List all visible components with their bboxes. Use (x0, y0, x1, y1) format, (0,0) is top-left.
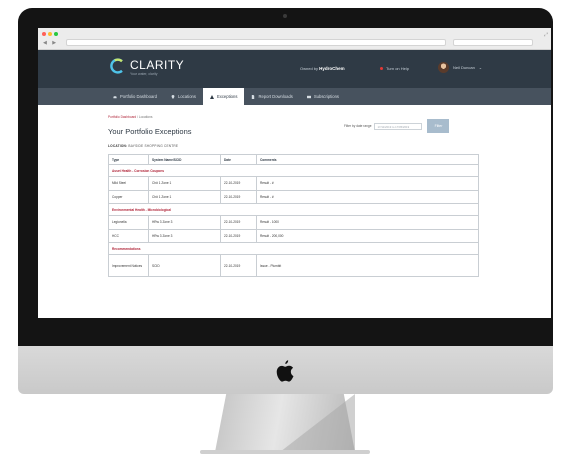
cell-type: Copper (108, 189, 149, 204)
close-window-button[interactable] (42, 32, 46, 36)
cell-comments: Issue - Plumbit (256, 254, 479, 277)
cell-system: HRw 3 Zone 3 (148, 215, 221, 230)
filter-label: Filter by date range (344, 124, 372, 128)
cell-system: Ch# 1 Zone 1 (148, 176, 221, 191)
date-range-input[interactable]: 17/11/2019 to 17/05/2019 (374, 122, 423, 130)
car-icon (113, 95, 117, 98)
cell-type: Legionella (108, 215, 149, 230)
cell-comments: Result - 200,000 (256, 228, 479, 243)
filter-button[interactable]: Filter (427, 119, 450, 133)
cell-date: 22-10-2019 (220, 228, 257, 243)
table-row[interactable]: Legionella HRw 3 Zone 3 22-10-2019 Resul… (108, 215, 479, 230)
tab-label: Portfolio Dashboard (120, 94, 158, 99)
tab-report-downloads[interactable]: Report Downloads (244, 88, 299, 105)
breadcrumb-link-portfolio-dashboard[interactable]: Portfolio Dashboard (108, 115, 136, 119)
group-title: Environmental Health - Microbiological (108, 203, 479, 216)
apple-logo-icon (276, 360, 294, 382)
location-value: BAYSIDE SHOPPING CENTRE (128, 144, 179, 148)
cell-system: Ch# 1 Zone 1 (148, 189, 221, 204)
group-title: Asset Health - Corrosion Coupons (108, 164, 479, 177)
user-menu[interactable]: Neil Duncan ⌄ (438, 62, 482, 73)
minimize-window-button[interactable] (48, 32, 52, 36)
page-title: Your Portfolio Exceptions (108, 127, 192, 136)
address-bar[interactable] (66, 39, 446, 46)
screen: ◀ ▶ ⤢ CLARITY Your water, clarity Owned … (38, 28, 551, 318)
table-group-row: Environmental Health - Microbiological (108, 203, 479, 216)
warning-icon (209, 94, 214, 99)
cell-date: 22-10-2019 (220, 176, 257, 191)
camera-icon (283, 14, 287, 18)
brand-tagline: Your water, clarity (130, 72, 158, 76)
clarity-logo-icon (110, 58, 123, 74)
table-row[interactable]: HCC HRw 3 Zone 3 22-10-2019 Result - 200… (108, 228, 479, 243)
group-title: Recommendations (108, 242, 479, 255)
cell-type: HCC (108, 228, 149, 243)
avatar (438, 62, 449, 73)
cell-date: 22-10-2019 (220, 189, 257, 204)
date-filter: Filter by date range 17/11/2019 to 17/05… (344, 119, 450, 133)
table-group-row: Recommendations (108, 242, 479, 255)
main-content: Portfolio Dashboard / Locations Your Por… (38, 105, 551, 277)
imac-mockup: ◀ ▶ ⤢ CLARITY Your water, clarity Owned … (0, 0, 571, 457)
tab-label: Report Downloads (258, 94, 293, 99)
owned-by-label: Owned by (300, 66, 319, 71)
fullscreen-icon[interactable]: ⤢ (544, 32, 548, 38)
tab-label: Locations (178, 94, 196, 99)
location-label: LOCATION: (108, 144, 128, 148)
tab-subscriptions[interactable]: Subscriptions (300, 88, 346, 105)
column-header[interactable]: Date (220, 154, 257, 165)
exceptions-table: Type System Name/SCID Date Comments Asse… (108, 154, 479, 277)
tab-label: Exceptions (216, 94, 238, 99)
cell-date: 22-10-2019 (220, 254, 257, 277)
table-group-row: Asset Health - Corrosion Coupons (108, 164, 479, 177)
back-forward-icon[interactable]: ◀ ▶ (43, 40, 58, 46)
brand-name[interactable]: CLARITY (130, 58, 184, 72)
document-icon (252, 94, 255, 99)
tab-label: Subscriptions (313, 94, 340, 99)
cell-comments: Result - 1000 (256, 215, 479, 230)
help-label: Turn on Help (386, 66, 409, 71)
cell-comments: Result - # (256, 189, 479, 204)
tab-locations[interactable]: Locations (164, 88, 203, 105)
browser-search-bar[interactable] (453, 39, 533, 46)
tab-portfolio-dashboard[interactable]: Portfolio Dashboard (106, 88, 164, 105)
stand-foot (200, 450, 370, 454)
cell-system: HRw 3 Zone 3 (148, 228, 221, 243)
location-line: LOCATION: BAYSIDE SHOPPING CENTRE (108, 144, 551, 148)
maximize-window-button[interactable] (54, 32, 58, 36)
app-header: CLARITY Your water, clarity Owned by Hyd… (38, 50, 551, 88)
owned-by: Owned by HydroChem (300, 66, 345, 71)
breadcrumb-separator: / (137, 115, 138, 119)
user-name: Neil Duncan (453, 65, 475, 70)
column-header[interactable]: System Name/SCID (148, 154, 221, 165)
owner-logo: HydroChem (319, 66, 345, 71)
breadcrumb: Portfolio Dashboard / Locations (108, 115, 551, 119)
tab-exceptions[interactable]: Exceptions (202, 88, 245, 105)
table-row[interactable]: Copper Ch# 1 Zone 1 22-10-2019 Result - … (108, 189, 479, 204)
table-row[interactable]: Mild Steel Ch# 1 Zone 1 22-10-2019 Resul… (108, 176, 479, 191)
help-toggle[interactable]: Turn on Help (380, 66, 409, 71)
map-pin-icon (171, 94, 175, 99)
cell-type: Mild Steel (108, 176, 149, 191)
table-header-row: Type System Name/SCID Date Comments (108, 154, 479, 165)
main-nav: Portfolio Dashboard Locations Exceptions… (38, 88, 551, 105)
envelope-icon (306, 95, 311, 98)
cell-system: SCID (148, 254, 221, 277)
column-header[interactable]: Type (108, 154, 149, 165)
browser-chrome: ◀ ▶ ⤢ (38, 28, 551, 50)
cell-type: Improvement Notices (108, 254, 149, 277)
help-status-icon (380, 67, 383, 70)
breadcrumb-current: Locations (138, 115, 153, 119)
chevron-down-icon: ⌄ (478, 65, 483, 70)
cell-comments: Result - # (256, 176, 479, 191)
cell-date: 22-10-2019 (220, 215, 257, 230)
table-row[interactable]: Improvement Notices SCID 22-10-2019 Issu… (108, 254, 479, 277)
column-header[interactable]: Comments (256, 154, 479, 165)
